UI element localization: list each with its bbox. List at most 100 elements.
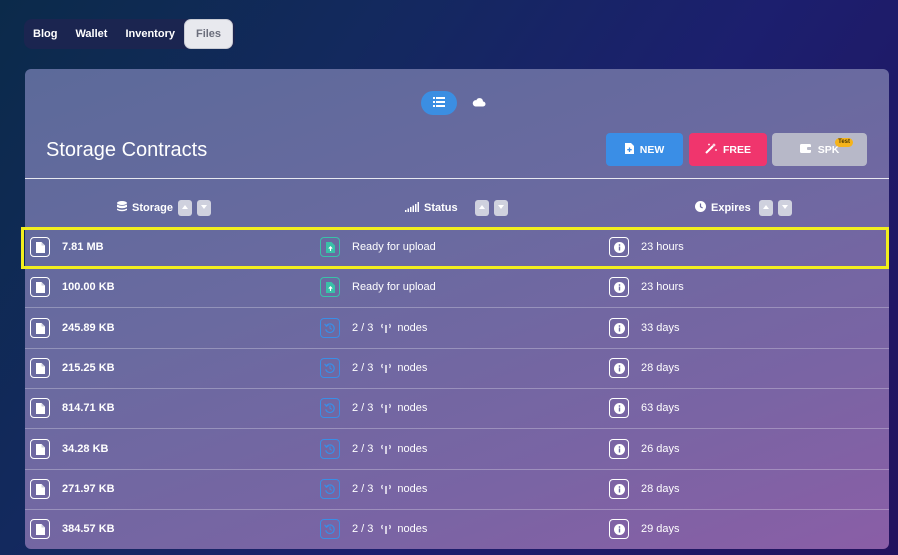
file-size: 814.71 KB [62,402,115,414]
antenna-icon [380,403,392,413]
table-row[interactable]: 245.89 KB 2 / 3 nodes 33 days [25,308,889,349]
storage-cell: 245.89 KB [30,308,115,348]
wallet-icon [799,143,812,156]
expires-text: 26 days [641,443,680,455]
file-size: 271.97 KB [62,483,115,495]
history-icon[interactable] [320,398,340,418]
sort-desc-button[interactable] [196,200,211,216]
status-text: 2 / 3 [352,483,374,495]
nodes-label: nodes [397,483,428,495]
sort-desc-button[interactable] [777,200,792,216]
nodes-label: nodes [397,322,428,334]
view-toggle [421,91,491,115]
storage-cell: 215.25 KB [30,348,115,388]
caret-down-icon [497,202,505,214]
expires-cell: 63 days [609,388,680,428]
spk-contract-button[interactable]: SPK Test [772,133,867,166]
status-cell: 2 / 3 nodes [320,469,427,509]
status-text: 2 / 3 [352,523,374,535]
file-icon[interactable] [30,439,50,459]
expires-cell: 23 hours [609,267,684,307]
info-icon[interactable] [609,519,629,539]
expires-cell: 29 days [609,509,680,549]
info-icon[interactable] [609,398,629,418]
history-icon[interactable] [320,479,340,499]
list-view-button[interactable] [421,91,457,115]
file-upload-icon[interactable] [320,277,340,297]
antenna-icon [380,323,392,333]
history-icon[interactable] [320,519,340,539]
table-row[interactable]: 271.97 KB 2 / 3 nodes 28 days [25,469,889,510]
table-row[interactable]: 215.25 KB 2 / 3 nodes 28 days [25,348,889,389]
column-header-expires: Expires [695,197,792,219]
nodes-label: nodes [397,402,428,414]
column-header-status: Status [405,197,508,219]
file-size: 215.25 KB [62,362,115,374]
sort-asc-button[interactable] [474,200,489,216]
expires-cell: 28 days [609,469,680,509]
sort-desc-button[interactable] [493,200,508,216]
status-cell: 2 / 3 nodes [320,388,427,428]
caret-down-icon [200,202,208,214]
storage-cell: 271.97 KB [30,469,115,509]
sort-asc-button[interactable] [177,200,192,216]
info-icon[interactable] [609,277,629,297]
table-row[interactable]: 384.57 KB 2 / 3 nodes 29 days [25,509,889,549]
test-badge: Test [835,138,853,147]
history-icon[interactable] [320,439,340,459]
free-contract-button[interactable]: FREE [689,133,767,166]
storage-cell: 100.00 KB [30,267,115,307]
antenna-icon [380,444,392,454]
expires-cell: 33 days [609,308,680,348]
caret-down-icon [781,202,789,214]
table-row[interactable]: 814.71 KB 2 / 3 nodes 63 days [25,388,889,429]
selected-row-highlight [21,227,889,269]
history-icon[interactable] [320,358,340,378]
table-row[interactable]: 100.00 KB Ready for upload 23 hours [25,267,889,308]
expires-header-label: Expires [711,202,751,214]
history-icon[interactable] [320,318,340,338]
expires-text: 28 days [641,483,680,495]
file-icon[interactable] [30,318,50,338]
tab-files[interactable]: Files [183,19,234,49]
file-size: 34.28 KB [62,443,109,455]
expires-text: 28 days [641,362,680,374]
tab-inventory[interactable]: Inventory [116,19,184,49]
table-row[interactable]: 34.28 KB 2 / 3 nodes 26 days [25,429,889,470]
magic-wand-icon [705,142,717,157]
storage-header-label: Storage [132,202,173,214]
file-size: 100.00 KB [62,281,115,293]
file-icon[interactable] [30,519,50,539]
file-size: 245.89 KB [62,322,115,334]
tab-blog[interactable]: Blog [24,19,66,49]
storage-cell: 814.71 KB [30,388,115,428]
status-text: 2 / 3 [352,322,374,334]
file-icon[interactable] [30,277,50,297]
expires-cell: 28 days [609,348,680,388]
clock-icon [695,201,706,215]
new-contract-button[interactable]: NEW [606,133,683,166]
tab-wallet[interactable]: Wallet [66,19,116,49]
antenna-icon [380,363,392,373]
file-icon[interactable] [30,479,50,499]
sort-asc-button[interactable] [758,200,773,216]
expires-cell: 26 days [609,429,680,469]
info-icon[interactable] [609,439,629,459]
new-button-label: NEW [639,143,665,156]
expires-text: 63 days [641,402,680,414]
info-icon[interactable] [609,479,629,499]
status-text: 2 / 3 [352,402,374,414]
antenna-icon [380,524,392,534]
info-icon[interactable] [609,358,629,378]
nodes-label: nodes [397,523,428,535]
status-cell: 2 / 3 nodes [320,509,427,549]
cloud-view-button[interactable] [467,91,491,115]
expires-text: 29 days [641,523,680,535]
header-divider [25,178,889,179]
nodes-label: nodes [397,443,428,455]
page-title: Storage Contracts [46,139,208,161]
nodes-label: nodes [397,362,428,374]
file-icon[interactable] [30,358,50,378]
info-icon[interactable] [609,318,629,338]
file-icon[interactable] [30,398,50,418]
